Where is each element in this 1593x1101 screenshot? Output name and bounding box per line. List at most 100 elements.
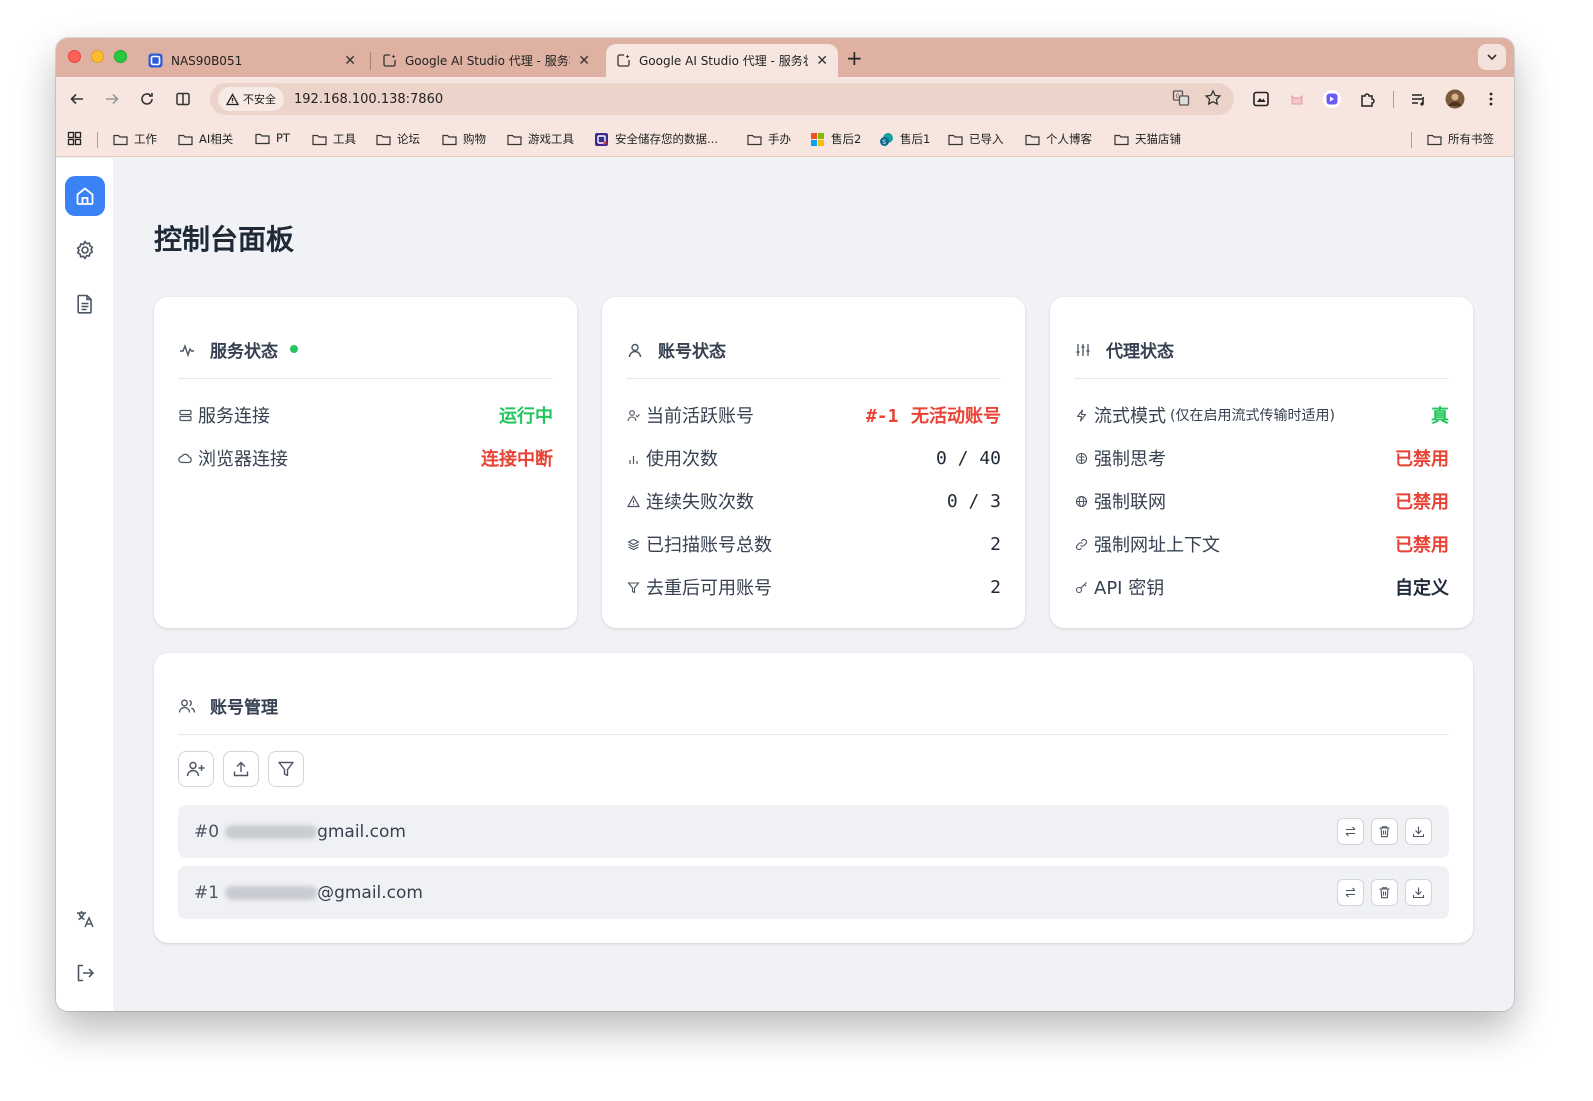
reading-list-button[interactable] <box>1408 88 1430 110</box>
translate-icon[interactable]: G <box>1172 89 1190 107</box>
security-chip[interactable]: 不安全 <box>218 87 284 111</box>
upload-account-button[interactable] <box>223 751 259 787</box>
close-tab-icon[interactable]: ✕ <box>344 53 356 69</box>
extension-2[interactable] <box>1286 88 1308 110</box>
bookmark-divider <box>1411 132 1412 148</box>
switch-account-button[interactable] <box>1337 818 1364 845</box>
language-button[interactable] <box>65 899 105 939</box>
maximize-window-button[interactable] <box>114 50 127 63</box>
row-label: 强制网址上下文 <box>1094 535 1220 556</box>
url-text[interactable]: 192.168.100.138:7860 <box>294 92 443 107</box>
reload-button[interactable] <box>136 88 158 110</box>
folder-icon <box>1025 134 1040 145</box>
bookmark-folder[interactable]: 论坛 <box>376 131 420 147</box>
nav-logs[interactable] <box>65 284 105 324</box>
new-tab-button[interactable]: + <box>846 46 863 70</box>
media-list-icon <box>1412 94 1424 106</box>
all-bookmarks-button[interactable]: 所有书签 <box>1427 131 1494 147</box>
split-view-button[interactable] <box>172 88 194 110</box>
address-bar[interactable]: 不安全 192.168.100.138:7860 G <box>210 83 1234 115</box>
filter-accounts-button[interactable] <box>268 751 304 787</box>
delete-account-button[interactable] <box>1371 818 1398 845</box>
translate-language-icon <box>77 911 94 928</box>
download-account-button[interactable] <box>1405 818 1432 845</box>
bookmark-link[interactable]: 售后2 <box>810 131 861 147</box>
extension-3[interactable] <box>1321 88 1343 110</box>
bookmark-folder[interactable]: 工具 <box>312 131 356 147</box>
warning-icon <box>626 494 640 508</box>
failure-value: 0 / 3 <box>946 490 1001 512</box>
warning-icon <box>226 92 239 105</box>
tab-separator <box>370 52 371 70</box>
row-label: 当前活跃账号 <box>646 406 754 427</box>
arrow-left-icon <box>70 93 83 105</box>
gear-icon <box>76 240 94 260</box>
close-tab-icon[interactable]: ✕ <box>816 53 828 69</box>
delete-account-button[interactable] <box>1371 879 1398 906</box>
star-icon[interactable] <box>1204 89 1222 107</box>
minimize-window-button[interactable] <box>91 50 104 63</box>
puzzle-icon <box>1361 93 1375 107</box>
bookmark-folder[interactable]: 工作 <box>113 131 157 147</box>
account-email: @gmail.com <box>317 882 423 903</box>
api-key-row: API 密钥 自定义 <box>1074 575 1449 599</box>
tab-title: Google AI Studio 代理 - 服务状 <box>639 54 809 68</box>
card-title: 账号状态 <box>658 342 726 362</box>
switch-arrows-icon <box>1345 887 1356 898</box>
bookmark-label: 安全储存您的数据... <box>615 132 718 146</box>
service-status-card: 服务状态 服务连接 运行中 浏览器连接 连接中断 <box>154 297 577 628</box>
bookmark-label: 工具 <box>333 132 356 146</box>
tab-nas[interactable]: NAS90B051 ✕ <box>138 44 366 77</box>
bookmark-folder[interactable]: 天猫店铺 <box>1114 131 1181 147</box>
profile-avatar[interactable] <box>1444 88 1466 110</box>
add-account-button[interactable] <box>178 751 214 787</box>
tab-ai-studio-1[interactable]: Google AI Studio 代理 - 服务状 ✕ <box>372 44 600 77</box>
browser-menu-button[interactable] <box>1480 88 1502 110</box>
account-status-card: 账号状态 当前活跃账号 #-1 无活动账号 使用次数 0 / 40 连续失败次数… <box>602 297 1025 628</box>
card-header: 代理状态 <box>1074 337 1449 379</box>
service-connection-row: 服务连接 运行中 <box>178 403 553 427</box>
status-value: 无活动账号 <box>911 406 1001 427</box>
tab-search-button[interactable] <box>1478 44 1506 70</box>
account-index: #0 <box>194 821 220 842</box>
app-extension-icon <box>1323 90 1341 108</box>
deduped-accounts-row: 去重后可用账号 2 <box>626 575 1001 599</box>
deduped-value: 2 <box>990 576 1001 598</box>
logout-button[interactable] <box>65 953 105 993</box>
apps-button[interactable] <box>67 131 88 146</box>
back-button[interactable] <box>66 88 88 110</box>
bookmark-folder[interactable]: 游戏工具 <box>507 131 574 147</box>
security-label: 不安全 <box>243 93 276 106</box>
key-icon <box>1074 580 1088 594</box>
account-index: #1 <box>194 882 220 903</box>
scanned-accounts-row: 已扫描账号总数 2 <box>626 532 1001 556</box>
scanned-value: 2 <box>990 533 1001 555</box>
account-actions <box>1337 879 1432 906</box>
switch-account-button[interactable] <box>1337 879 1364 906</box>
forward-button[interactable] <box>101 88 123 110</box>
apps-grid-icon <box>67 131 82 146</box>
bookmark-folder[interactable]: PT <box>255 131 290 145</box>
extensions-button[interactable] <box>1357 88 1379 110</box>
close-window-button[interactable] <box>68 50 81 63</box>
download-account-button[interactable] <box>1405 879 1432 906</box>
bookmark-label: 售后2 <box>831 132 862 146</box>
bookmark-folder[interactable]: 已导入 <box>948 131 1004 147</box>
cloud-icon <box>178 451 192 465</box>
bookmark-label: 天猫店铺 <box>1135 132 1181 146</box>
nav-home[interactable] <box>65 176 105 216</box>
extension-1[interactable] <box>1250 88 1272 110</box>
omnibox-actions: G <box>1172 89 1222 107</box>
bookmark-link[interactable]: 安全储存您的数据... <box>594 131 718 147</box>
bookmark-folder[interactable]: AI相关 <box>178 131 233 147</box>
bookmark-folder[interactable]: 购物 <box>442 131 486 147</box>
bookmark-folder[interactable]: 个人博客 <box>1025 131 1092 147</box>
nav-settings[interactable] <box>65 230 105 270</box>
bookmark-folder[interactable]: 手办 <box>747 131 791 147</box>
globe-icon <box>1074 494 1088 508</box>
bookmark-link[interactable]: S 售后1 <box>879 131 930 147</box>
tab-ai-studio-2[interactable]: Google AI Studio 代理 - 服务状 ✕ <box>606 44 838 77</box>
switch-arrows-icon <box>1345 826 1356 837</box>
close-tab-icon[interactable]: ✕ <box>578 53 590 69</box>
active-account-row: 当前活跃账号 #-1 无活动账号 <box>626 403 1001 427</box>
